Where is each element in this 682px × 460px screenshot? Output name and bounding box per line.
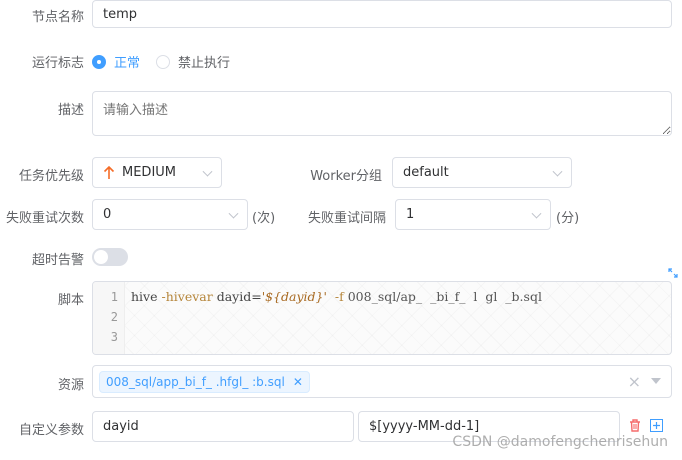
radio-unchecked-icon <box>156 54 170 69</box>
resource-tag-label: 008_sql/app_bi_f_ .hfgl_ :b.sql <box>106 375 285 389</box>
fullscreen-icon[interactable] <box>668 268 678 278</box>
retry-count-select[interactable]: 0 <box>92 199 248 230</box>
chevron-down-icon <box>228 208 239 219</box>
chevron-down-icon <box>531 208 542 219</box>
clear-icon[interactable]: × <box>628 372 641 391</box>
chevron-down-icon <box>202 166 213 177</box>
line-number: 1 <box>110 290 118 304</box>
worker-group-label: Worker分组 <box>310 169 382 184</box>
custom-param-key-input[interactable]: dayid <box>92 411 354 442</box>
resources-select[interactable]: 008_sql/app_bi_f_ .hfgl_ :b.sql ✕ × <box>92 365 672 398</box>
code-line-1[interactable]: hive -hivevar dayid='${dayid}' -f 008_sq… <box>131 289 542 304</box>
caret-down-icon[interactable] <box>651 378 661 385</box>
worker-group-value: default <box>403 165 449 180</box>
editor-gutter: 1 2 3 <box>93 282 125 354</box>
arrow-up-icon <box>103 165 115 179</box>
timeout-alarm-label: 超时告警 <box>31 253 84 268</box>
retry-interval-select[interactable]: 1 <box>395 199 551 230</box>
run-flag-disabled-label: 禁止执行 <box>178 56 231 71</box>
run-flag-normal-label: 正常 <box>114 56 141 71</box>
radio-checked-icon <box>92 54 106 69</box>
description-label: 描述 <box>57 103 84 118</box>
add-icon[interactable] <box>650 419 663 432</box>
run-flag-label: 运行标志 <box>31 56 84 71</box>
description-textarea[interactable] <box>92 91 672 136</box>
custom-params-label: 自定义参数 <box>18 423 84 438</box>
priority-value: MEDIUM <box>122 165 177 180</box>
run-flag-normal-radio[interactable]: 正常 <box>92 52 140 71</box>
delete-icon[interactable] <box>629 419 641 432</box>
script-label: 脚本 <box>57 293 84 308</box>
priority-select[interactable]: MEDIUM <box>92 157 222 188</box>
retry-interval-label: 失败重试间隔 <box>307 211 386 226</box>
priority-label: 任务优先级 <box>18 169 84 184</box>
line-number: 2 <box>110 310 118 324</box>
chevron-down-icon <box>552 166 563 177</box>
resources-label: 资源 <box>57 378 84 393</box>
line-number: 3 <box>110 330 118 344</box>
run-flag-disabled-radio[interactable]: 禁止执行 <box>156 52 230 71</box>
close-icon[interactable]: ✕ <box>293 375 303 389</box>
retry-interval-unit: (分) <box>556 211 580 226</box>
retry-count-unit: (次) <box>252 211 276 226</box>
node-name-label: 节点名称 <box>31 10 84 25</box>
worker-group-select[interactable]: default <box>392 157 572 188</box>
timeout-alarm-switch[interactable] <box>92 248 128 266</box>
resource-tag: 008_sql/app_bi_f_ .hfgl_ :b.sql ✕ <box>99 371 310 393</box>
retry-count-label: 失败重试次数 <box>5 211 84 226</box>
retry-count-value: 0 <box>103 207 112 222</box>
retry-interval-value: 1 <box>406 207 415 222</box>
node-name-input[interactable]: temp <box>92 0 672 28</box>
csdn-watermark: CSDN @damofengchenrisehun <box>452 434 668 450</box>
script-editor[interactable]: 1 2 3 hive -hivevar dayid='${dayid}' -f … <box>92 281 672 355</box>
